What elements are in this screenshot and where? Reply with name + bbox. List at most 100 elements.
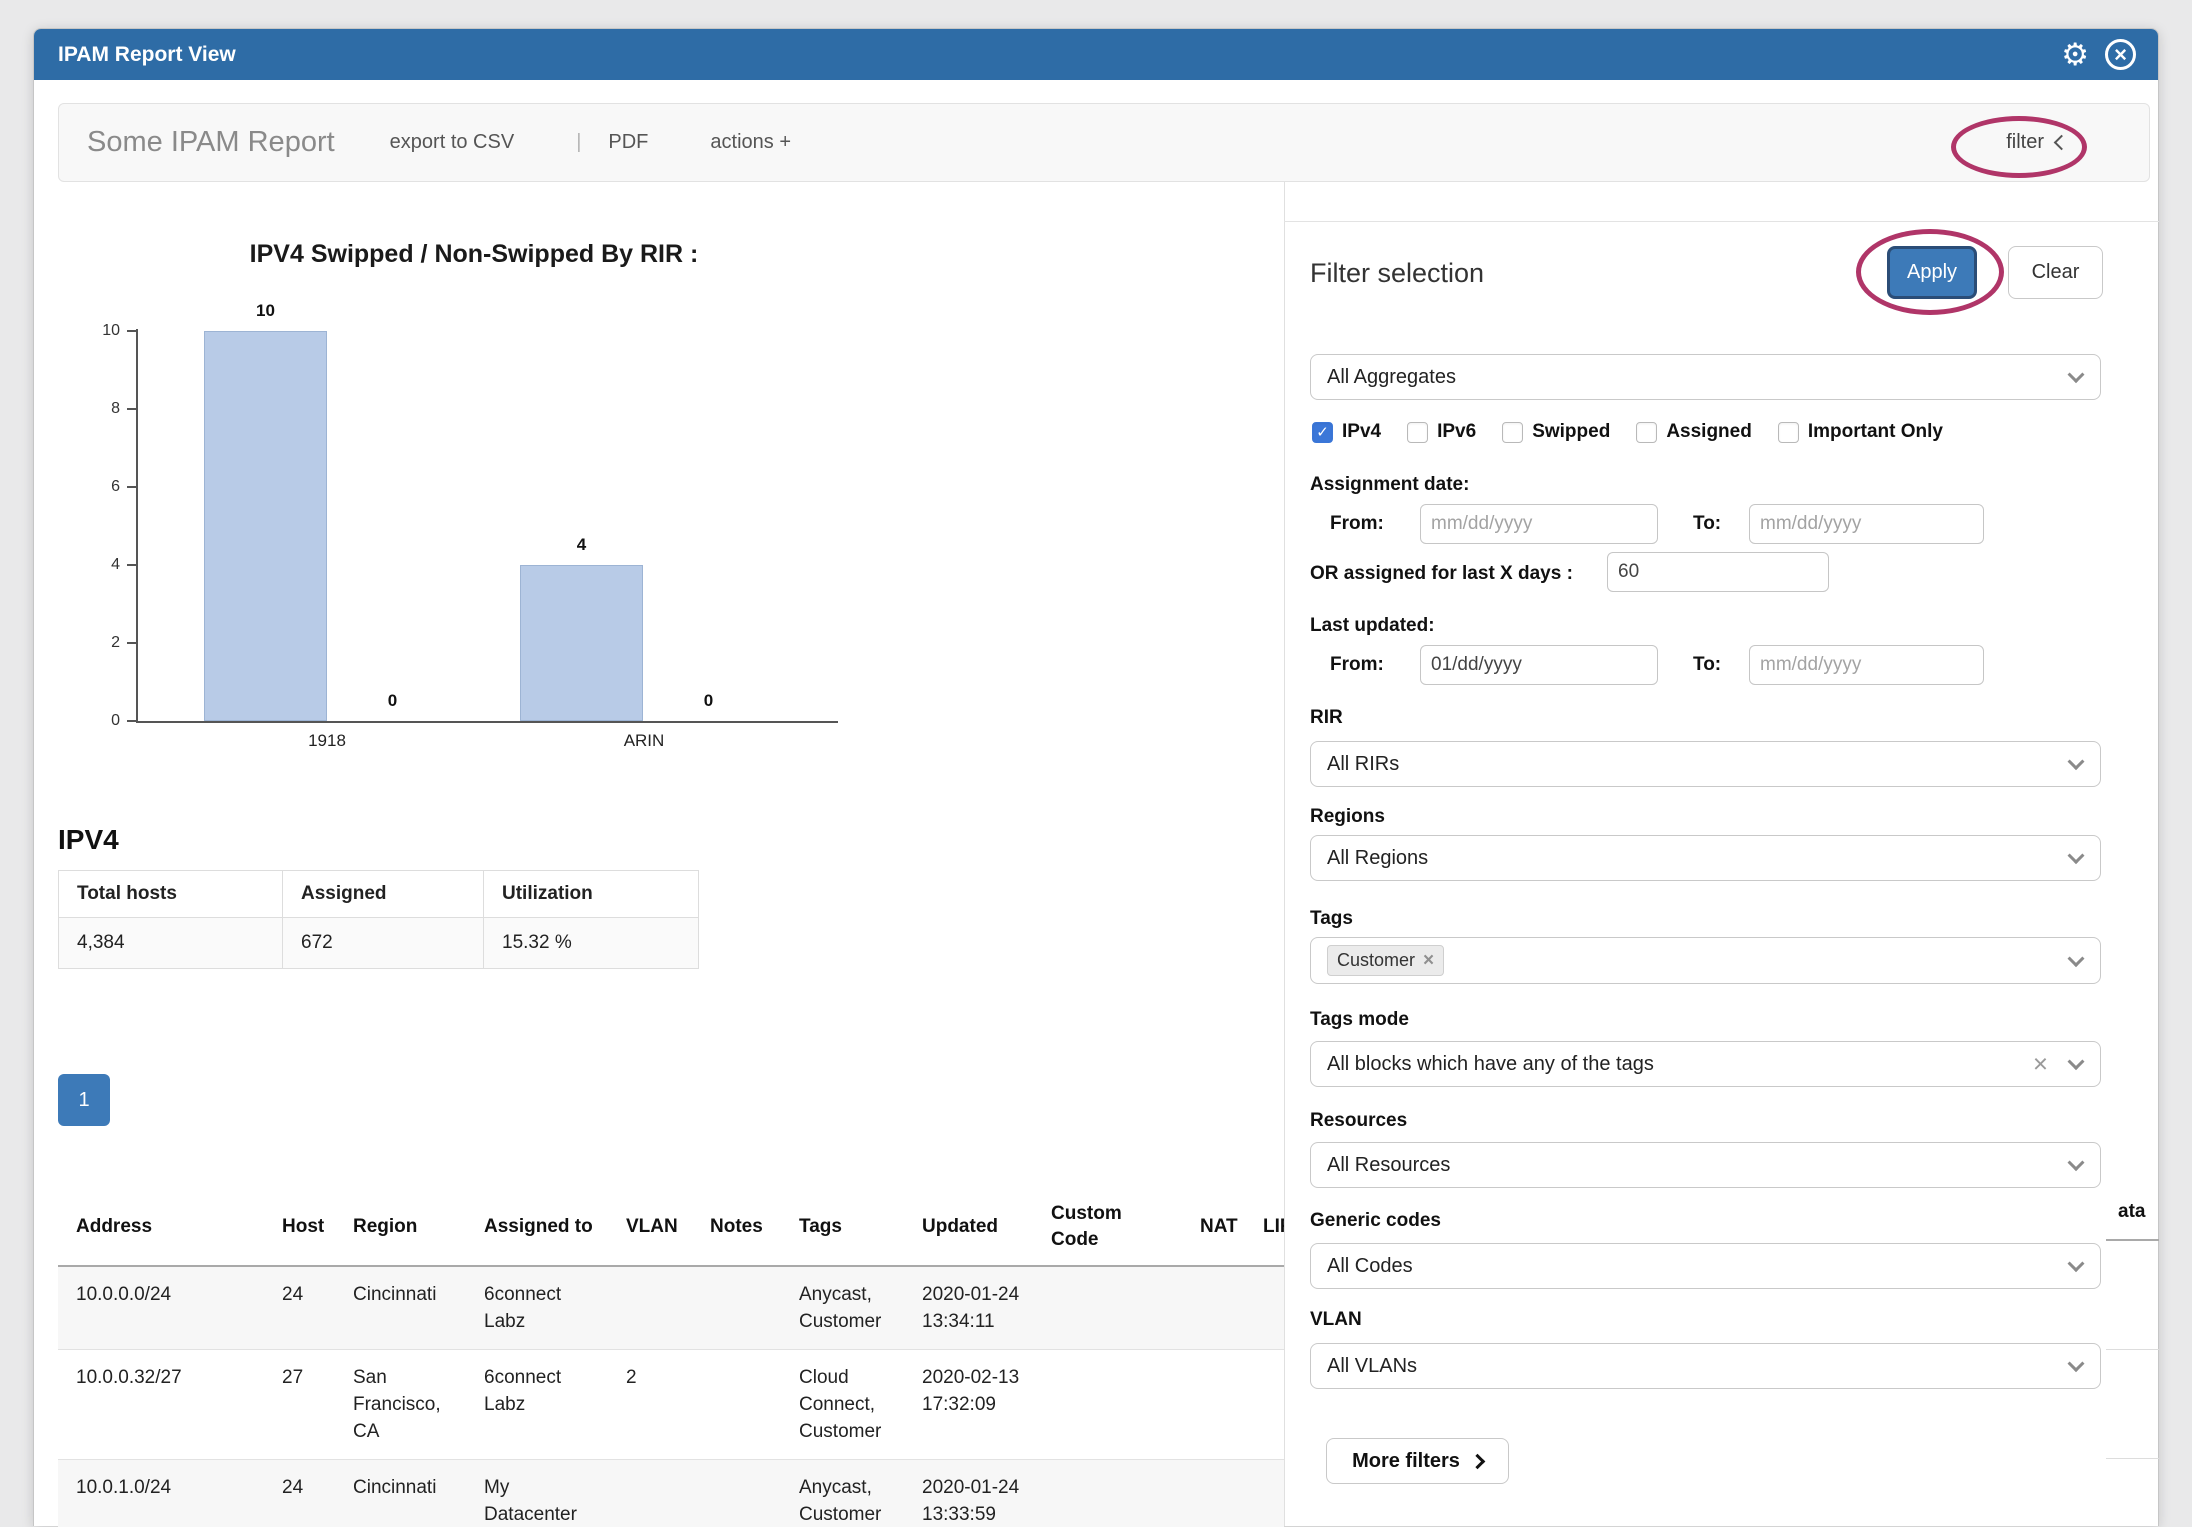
vlan-dropdown[interactable]: All VLANs xyxy=(1310,1343,2101,1389)
export-csv-link[interactable]: export to CSV xyxy=(390,131,515,154)
apply-button[interactable]: Apply xyxy=(1887,246,1977,299)
gear-icon[interactable]: ⚙ xyxy=(2061,39,2089,70)
dropdown-value: All Regions xyxy=(1327,847,1428,870)
chevron-down-icon xyxy=(2068,950,2085,967)
chevron-right-icon xyxy=(1470,1453,1486,1469)
chart-x-axis xyxy=(136,721,838,723)
rir-dropdown[interactable]: All RIRs xyxy=(1310,741,2101,787)
close-x-glyph: × xyxy=(2114,42,2127,68)
table-line-fragment xyxy=(2106,1458,2159,1459)
table-cell: 24 xyxy=(264,1266,335,1350)
table-row[interactable]: 10.0.1.0/2424CincinnatiMy DatacenterAnyc… xyxy=(58,1460,1284,1527)
checkbox-label: Assigned xyxy=(1666,421,1752,443)
column-header[interactable]: Host xyxy=(264,1189,335,1266)
tag-chip[interactable]: Customer × xyxy=(1327,945,1444,976)
checkbox-ipv6[interactable]: ✓ IPv6 xyxy=(1407,421,1476,443)
chip-remove-icon[interactable]: × xyxy=(1423,951,1434,970)
report-toolbar: Some IPAM Report export to CSV | PDF act… xyxy=(58,103,2150,182)
rir-bar-chart: IPV4 Swipped / Non-Swipped By RIR : 0 2 … xyxy=(34,182,1284,827)
table-cell: 24 xyxy=(264,1460,335,1527)
table-cell: 27 xyxy=(264,1350,335,1460)
actions-menu[interactable]: actions + xyxy=(710,131,791,154)
pagination-page-1[interactable]: 1 xyxy=(58,1074,110,1126)
table-cell: 2020-01-24 13:33:59 xyxy=(904,1460,1033,1527)
regions-dropdown[interactable]: All Regions xyxy=(1310,835,2101,881)
last-x-days-label: OR assigned for last X days : xyxy=(1310,563,1573,585)
table-row[interactable]: 10.0.0.0/2424Cincinnati6connect LabzAnyc… xyxy=(58,1266,1284,1350)
column-header[interactable]: Custom Code xyxy=(1033,1189,1182,1266)
aggregates-dropdown[interactable]: All Aggregates xyxy=(1310,354,2101,400)
table-cell: 10.0.0.0/24 xyxy=(58,1266,264,1350)
resources-dropdown[interactable]: All Resources xyxy=(1310,1142,2101,1188)
chevron-down-icon xyxy=(2068,1355,2085,1372)
updated-from-input[interactable] xyxy=(1420,645,1658,685)
checkbox-box[interactable]: ✓ xyxy=(1636,422,1657,443)
filter-toggle[interactable]: filter xyxy=(2006,131,2067,154)
clipped-header-fragment: ata xyxy=(2118,1201,2145,1223)
column-header[interactable]: NAT xyxy=(1182,1189,1245,1266)
column-header[interactable]: Region xyxy=(335,1189,466,1266)
assignment-from-input[interactable] xyxy=(1420,504,1658,544)
bar-value-label: 4 xyxy=(520,535,643,555)
checkbox-swipped[interactable]: ✓ Swipped xyxy=(1502,421,1610,443)
to-label: To: xyxy=(1693,654,1721,676)
type-checkbox-row: ✓ IPv4 ✓ IPv6 ✓ Swipped ✓ Assigned ✓ Imp… xyxy=(1312,421,1943,443)
x-category-label: 1918 xyxy=(267,731,387,751)
table-line-fragment xyxy=(2106,1349,2159,1350)
filter-label-vlan: VLAN xyxy=(1310,1309,1362,1331)
table-cell xyxy=(692,1266,781,1350)
assignment-date-label: Assignment date: xyxy=(1310,474,1469,496)
table-cell: 10.0.1.0/24 xyxy=(58,1460,264,1527)
table-cell: 2 xyxy=(608,1350,692,1460)
check-icon: ✓ xyxy=(1316,425,1329,440)
filter-label-tags: Tags xyxy=(1310,908,1353,930)
chevron-down-icon xyxy=(2068,1053,2085,1070)
column-header[interactable]: Updated xyxy=(904,1189,1033,1266)
window-titlebar: IPAM Report View ⚙ × xyxy=(34,29,2158,80)
filter-label-resources: Resources xyxy=(1310,1110,1407,1132)
table-cell xyxy=(608,1266,692,1350)
y-tick-mark xyxy=(127,486,136,488)
table-cell: Cincinnati xyxy=(335,1266,466,1350)
summary-cell: 672 xyxy=(283,918,484,969)
assignment-to-input[interactable] xyxy=(1749,504,1984,544)
close-icon[interactable]: × xyxy=(2105,39,2136,70)
tags-dropdown[interactable]: Customer × xyxy=(1310,937,2101,984)
column-header[interactable]: Address xyxy=(58,1189,264,1266)
checkbox-box[interactable]: ✓ xyxy=(1778,422,1799,443)
tags-mode-dropdown[interactable]: All blocks which have any of the tags × xyxy=(1310,1041,2101,1087)
table-body: 10.0.0.0/2424Cincinnati6connect LabzAnyc… xyxy=(58,1266,1284,1527)
filter-label-generic-codes: Generic codes xyxy=(1310,1210,1441,1232)
column-header[interactable]: Notes xyxy=(692,1189,781,1266)
checkbox-box[interactable]: ✓ xyxy=(1502,422,1523,443)
checkbox-box[interactable]: ✓ xyxy=(1407,422,1428,443)
more-filters-button[interactable]: More filters xyxy=(1326,1438,1509,1484)
summary-header: Assigned xyxy=(283,871,484,918)
dropdown-value: All Codes xyxy=(1327,1255,1413,1278)
column-header[interactable]: VLAN xyxy=(608,1189,692,1266)
checkbox-important-only[interactable]: ✓ Important Only xyxy=(1778,421,1943,443)
chevron-down-icon xyxy=(2068,1255,2085,1272)
checkbox-assigned[interactable]: ✓ Assigned xyxy=(1636,421,1752,443)
table-row[interactable]: 10.0.0.32/2727San Francisco, CA6connect … xyxy=(58,1350,1284,1460)
summary-cell: 15.32 % xyxy=(484,918,699,969)
column-header[interactable]: Tags xyxy=(781,1189,904,1266)
table-cell: Anycast, Customer xyxy=(781,1460,904,1527)
export-pdf-link[interactable]: PDF xyxy=(608,131,648,154)
clear-selection-icon[interactable]: × xyxy=(2033,1050,2048,1076)
column-header[interactable]: Assigned to xyxy=(466,1189,608,1266)
checkbox-label: IPv4 xyxy=(1342,421,1381,443)
checkbox-ipv4[interactable]: ✓ IPv4 xyxy=(1312,421,1381,443)
y-tick-label: 6 xyxy=(62,478,120,496)
chevron-down-icon xyxy=(2068,753,2085,770)
last-x-days-input[interactable] xyxy=(1607,552,1829,592)
checkbox-box[interactable]: ✓ xyxy=(1312,422,1333,443)
updated-to-input[interactable] xyxy=(1749,645,1984,685)
y-tick-label: 10 xyxy=(62,322,120,340)
column-header[interactable]: LIR xyxy=(1245,1189,1284,1266)
table-cell xyxy=(1033,1266,1182,1350)
table-cell xyxy=(1033,1460,1182,1527)
generic-codes-dropdown[interactable]: All Codes xyxy=(1310,1243,2101,1289)
dropdown-value: All VLANs xyxy=(1327,1355,1417,1378)
clear-button[interactable]: Clear xyxy=(2008,246,2103,299)
